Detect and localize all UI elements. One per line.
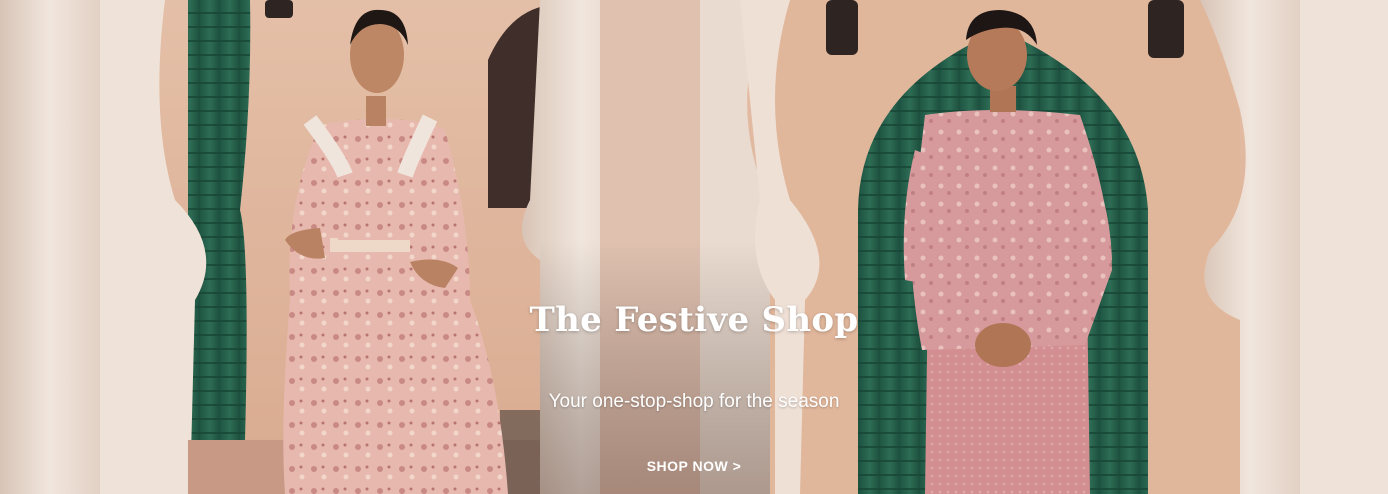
banner-photo [0,0,1388,494]
shop-now-link[interactable]: SHOP NOW > [624,454,764,478]
festive-shop-banner[interactable]: The Festive Shop Your one-stop-shop for … [0,0,1388,494]
